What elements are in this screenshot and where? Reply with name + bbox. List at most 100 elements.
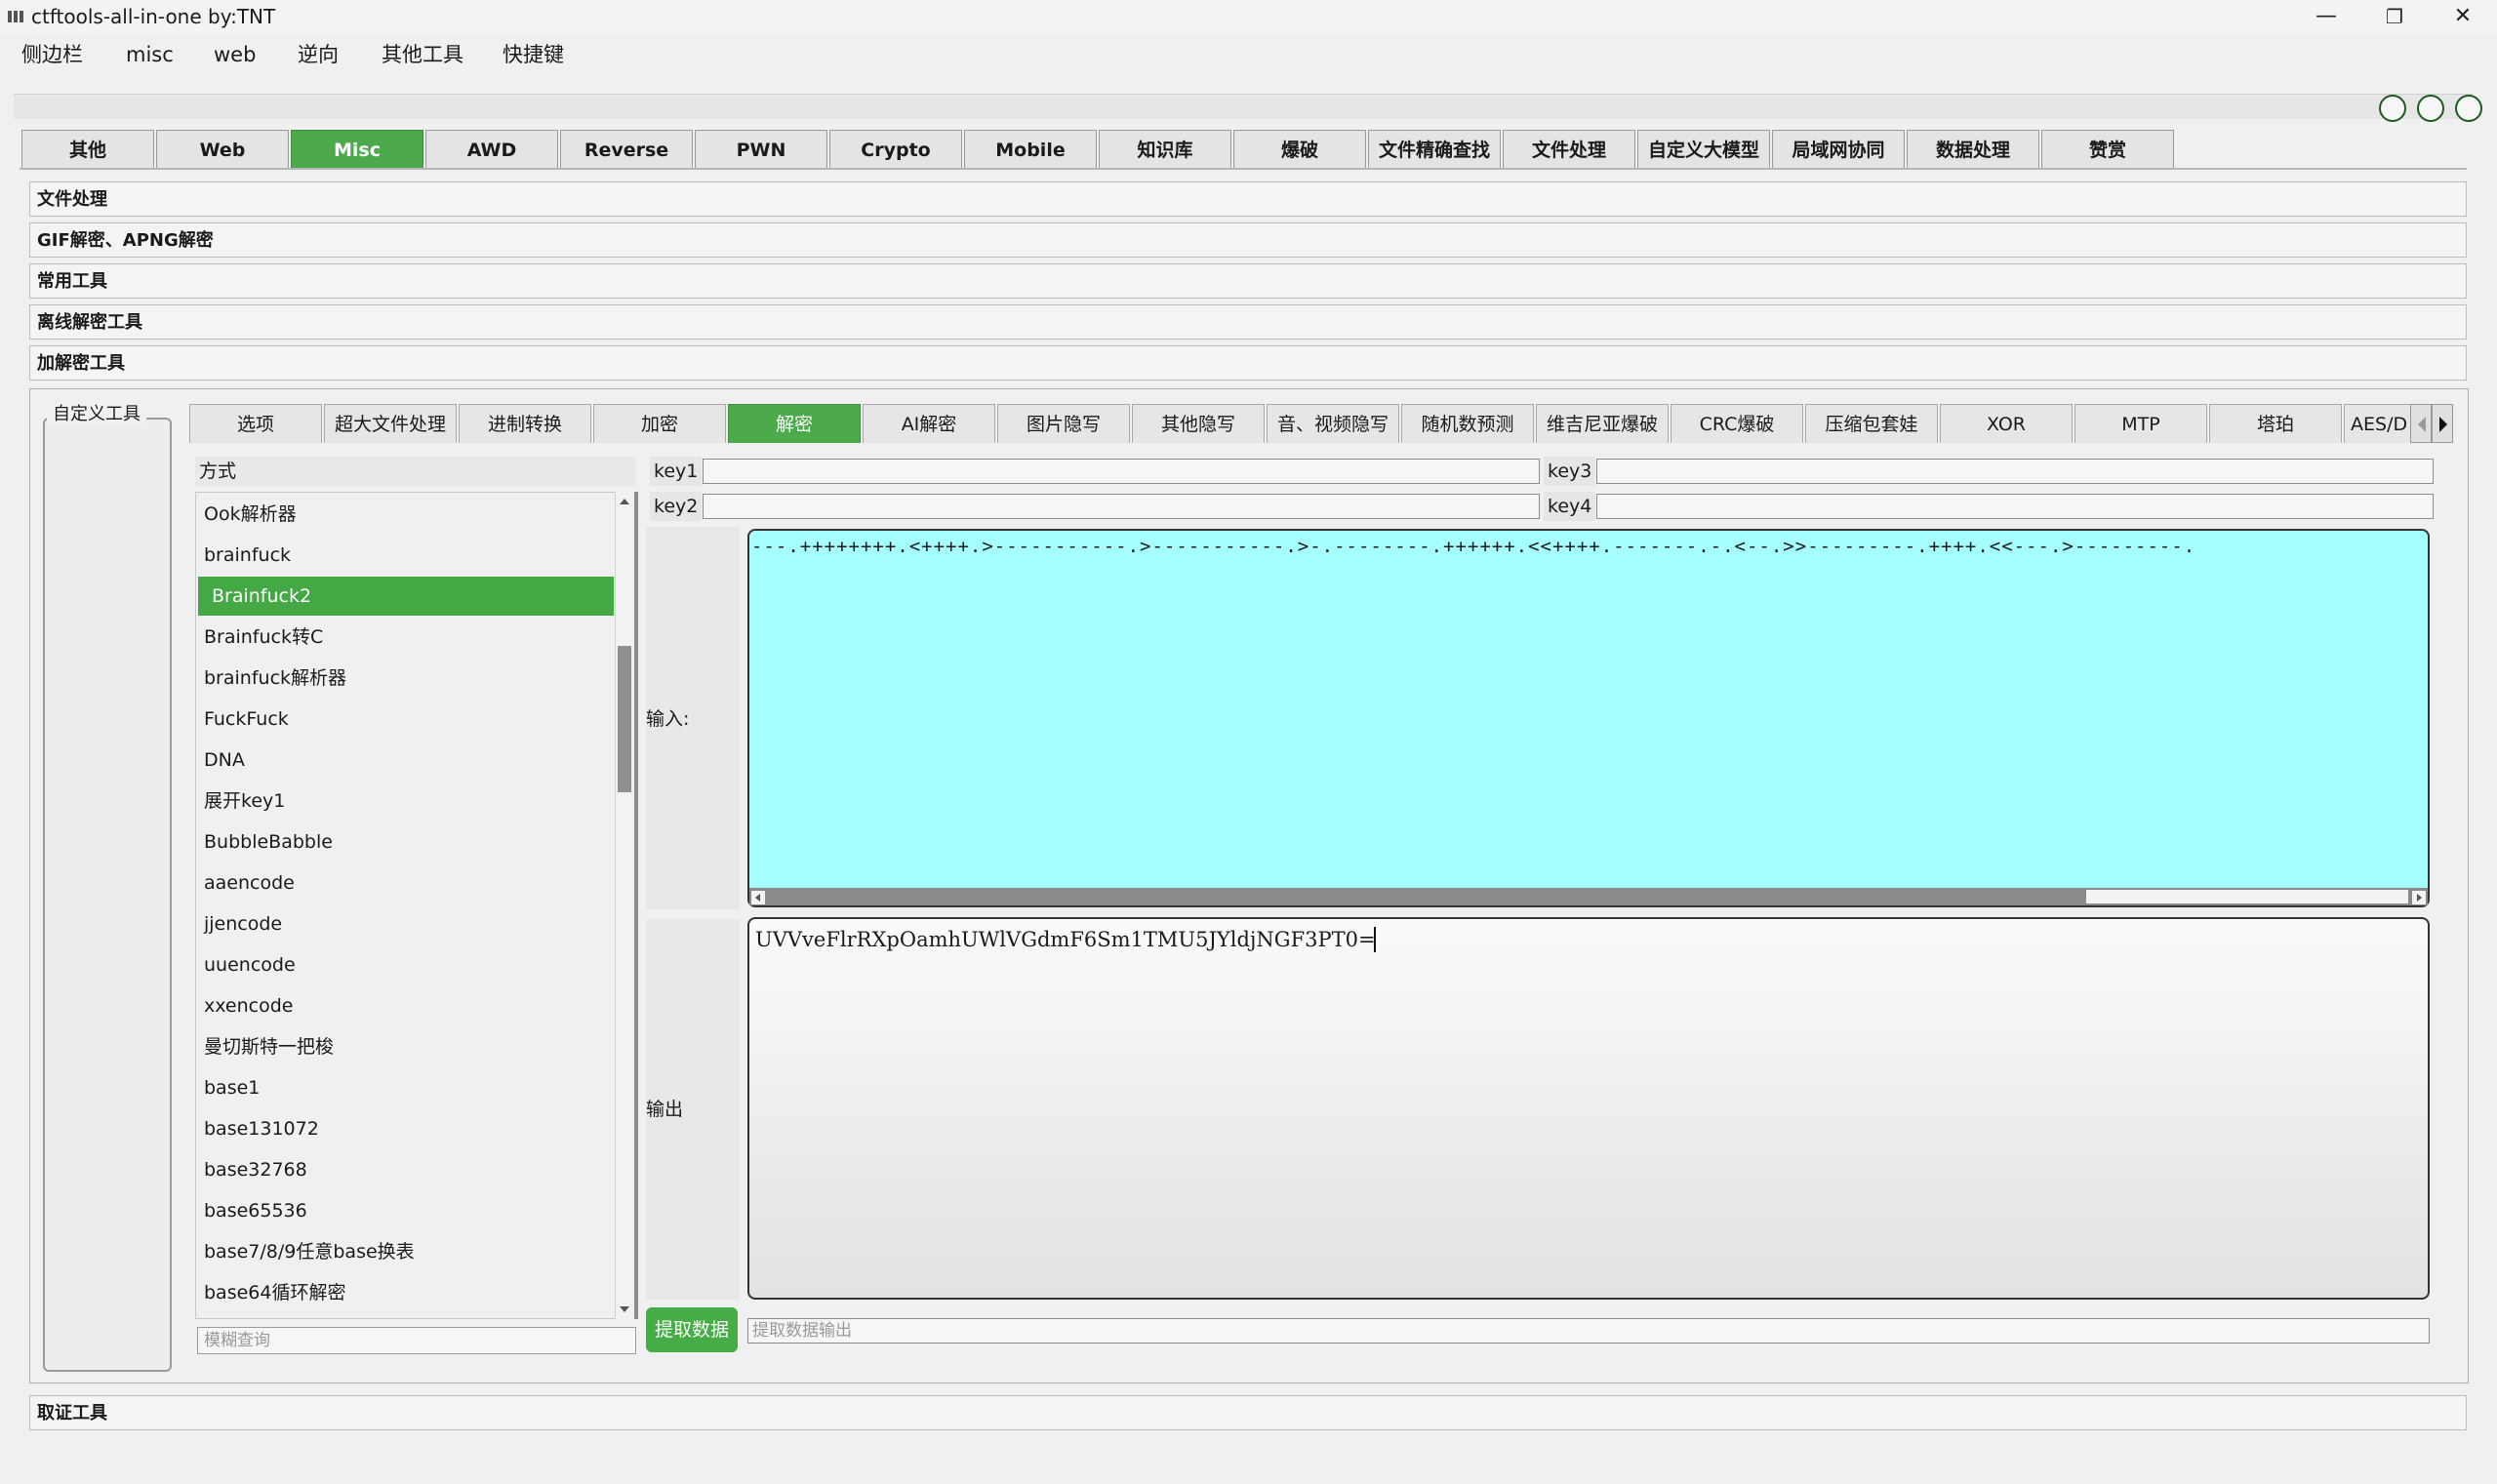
output-textarea[interactable] bbox=[747, 917, 2430, 1300]
subtab-ai-decrypt[interactable]: AI解密 bbox=[863, 404, 995, 443]
scroll-left-icon[interactable] bbox=[751, 890, 765, 908]
tab-knowledge[interactable]: 知识库 bbox=[1099, 130, 1231, 169]
key1-input[interactable] bbox=[703, 459, 1540, 484]
subtab-large-file[interactable]: 超大文件处理 bbox=[324, 404, 457, 443]
subtab-options[interactable]: 选项 bbox=[189, 404, 322, 443]
scroll-down-icon[interactable] bbox=[617, 1302, 632, 1320]
tab-mobile[interactable]: Mobile bbox=[964, 130, 1097, 169]
subtab-av-stego[interactable]: 音、视频隐写 bbox=[1267, 404, 1399, 443]
list-item[interactable]: FuckFuck bbox=[198, 700, 614, 739]
tab-awd[interactable]: AWD bbox=[425, 130, 558, 169]
tab-data-processing[interactable]: 数据处理 bbox=[1907, 130, 2039, 169]
title-bar bbox=[0, 0, 2497, 33]
list-scrollbar-thumb[interactable] bbox=[618, 646, 631, 792]
list-item[interactable]: 曼切斯特一把梭 bbox=[198, 1027, 614, 1066]
accordion-file-processing[interactable]: 文件处理 bbox=[29, 181, 2467, 217]
list-item[interactable]: BubbleBabble bbox=[198, 822, 614, 862]
list-item[interactable]: base1 bbox=[198, 1068, 614, 1107]
close-button[interactable]: ✕ bbox=[2434, 0, 2492, 33]
list-item[interactable]: base7/8/9任意base换表 bbox=[198, 1232, 614, 1271]
list-item[interactable]: base131072 bbox=[198, 1109, 614, 1148]
extract-data-button[interactable]: 提取数据 bbox=[646, 1307, 738, 1352]
list-item[interactable]: jjencode bbox=[198, 904, 614, 943]
tab-web[interactable]: Web bbox=[156, 130, 289, 169]
tab-bruteforce[interactable]: 爆破 bbox=[1233, 130, 1366, 169]
menu-shortcuts[interactable]: 快捷键 bbox=[503, 41, 564, 68]
tab-donate[interactable]: 赞赏 bbox=[2041, 130, 2174, 169]
list-item[interactable]: Ook解析器 bbox=[198, 495, 614, 534]
accordion-common-tools[interactable]: 常用工具 bbox=[29, 263, 2467, 299]
subtab-xor[interactable]: XOR bbox=[1940, 404, 2073, 443]
subtab-aes[interactable]: AES/D bbox=[2344, 404, 2414, 443]
tab-crypto[interactable]: Crypto bbox=[829, 130, 962, 169]
list-item[interactable]: DNA bbox=[198, 741, 614, 780]
key2-input[interactable] bbox=[703, 494, 1540, 519]
list-item[interactable]: base64循环解密 bbox=[198, 1273, 614, 1312]
scroll-right-icon[interactable] bbox=[2412, 890, 2426, 908]
menu-web[interactable]: web bbox=[214, 41, 256, 68]
tab-custom-llm[interactable]: 自定义大模型 bbox=[1637, 130, 1770, 169]
tab-scroll-left-icon[interactable] bbox=[2410, 404, 2432, 443]
input-textarea[interactable] bbox=[747, 529, 2430, 907]
accordion-encrypt-decrypt[interactable]: 加解密工具 bbox=[29, 345, 2467, 381]
subtab-other-stego[interactable]: 其他隐写 bbox=[1132, 404, 1265, 443]
tab-file-search[interactable]: 文件精确查找 bbox=[1368, 130, 1501, 169]
list-item[interactable]: uuencode bbox=[198, 945, 614, 984]
list-item[interactable]: brainfuck解析器 bbox=[198, 659, 614, 698]
subtab-crc[interactable]: CRC爆破 bbox=[1671, 404, 1803, 443]
tab-other[interactable]: 其他 bbox=[21, 130, 154, 169]
app-icon bbox=[8, 11, 23, 22]
accordion-offline-decrypt[interactable]: 离线解密工具 bbox=[29, 304, 2467, 340]
tab-scroll-right-icon[interactable] bbox=[2432, 404, 2453, 443]
subtab-image-stego[interactable]: 图片隐写 bbox=[997, 404, 1130, 443]
subtab-encrypt[interactable]: 加密 bbox=[593, 404, 726, 443]
list-scrollbar[interactable] bbox=[615, 492, 634, 1319]
menu-reverse[interactable]: 逆向 bbox=[298, 41, 339, 68]
key1-label: key1 bbox=[650, 457, 703, 486]
circle-button-icon[interactable] bbox=[2417, 95, 2444, 122]
subtab-vigenere[interactable]: 维吉尼亚爆破 bbox=[1536, 404, 1669, 443]
maximize-button[interactable]: ❐ bbox=[2365, 0, 2424, 33]
subtab-mtp[interactable]: MTP bbox=[2074, 404, 2207, 443]
tab-pwn[interactable]: PWN bbox=[695, 130, 827, 169]
list-scrollbar-gutter bbox=[634, 492, 638, 1319]
custom-tool-pane bbox=[43, 418, 172, 1372]
key4-input[interactable] bbox=[1596, 494, 2434, 519]
tab-lan-collab[interactable]: 局域网协同 bbox=[1772, 130, 1905, 169]
accordion-gif-apng[interactable]: GIF解密、APNG解密 bbox=[29, 222, 2467, 258]
circle-button-icon[interactable] bbox=[2455, 95, 2482, 122]
key3-input[interactable] bbox=[1596, 459, 2434, 484]
input-hscrollbar-thumb[interactable] bbox=[2086, 890, 2408, 903]
subtab-nested-zip[interactable]: 压缩包套娃 bbox=[1805, 404, 1938, 443]
list-item-selected[interactable]: Brainfuck2 bbox=[198, 577, 614, 616]
key2-label: key2 bbox=[650, 492, 703, 521]
subtab-decrypt[interactable]: 解密 bbox=[728, 404, 861, 443]
subtab-tupper[interactable]: 塔珀 bbox=[2209, 404, 2342, 443]
minimize-button[interactable]: — bbox=[2297, 0, 2356, 33]
menu-other-tools[interactable]: 其他工具 bbox=[382, 41, 463, 68]
list-item[interactable]: xxencode bbox=[198, 986, 614, 1025]
search-input[interactable]: 模糊查询 bbox=[197, 1327, 636, 1354]
subtab-random-predict[interactable]: 随机数预测 bbox=[1401, 404, 1534, 443]
key3-label: key3 bbox=[1544, 457, 1596, 486]
subtab-base-convert[interactable]: 进制转换 bbox=[459, 404, 591, 443]
extract-output-field[interactable]: 提取数据输出 bbox=[747, 1318, 2430, 1344]
tab-misc[interactable]: Misc bbox=[291, 130, 423, 169]
tab-divider bbox=[20, 168, 2467, 170]
tab-reverse[interactable]: Reverse bbox=[560, 130, 693, 169]
tab-file-processing[interactable]: 文件处理 bbox=[1503, 130, 1635, 169]
list-item[interactable]: base65536 bbox=[198, 1191, 614, 1230]
circle-button-icon[interactable] bbox=[2379, 95, 2406, 122]
list-item[interactable]: aaencode bbox=[198, 863, 614, 902]
list-item[interactable]: base32768 bbox=[198, 1150, 614, 1189]
accordion-forensics[interactable]: 取证工具 bbox=[29, 1395, 2467, 1430]
menu-misc[interactable]: misc bbox=[126, 41, 174, 68]
list-item[interactable]: Brainfuck转C bbox=[198, 618, 614, 657]
list-item[interactable]: brainfuck bbox=[198, 536, 614, 575]
method-header: 方式 bbox=[195, 457, 636, 486]
scroll-up-icon[interactable] bbox=[617, 494, 632, 512]
list-item[interactable]: 展开key1 bbox=[198, 782, 614, 821]
method-list[interactable]: Ook解析器 brainfuck Brainfuck2 Brainfuck转C … bbox=[195, 492, 636, 1319]
window-title: ctftools-all-in-one by:TNT bbox=[31, 5, 276, 28]
menu-sidebar[interactable]: 侧边栏 bbox=[21, 41, 83, 68]
